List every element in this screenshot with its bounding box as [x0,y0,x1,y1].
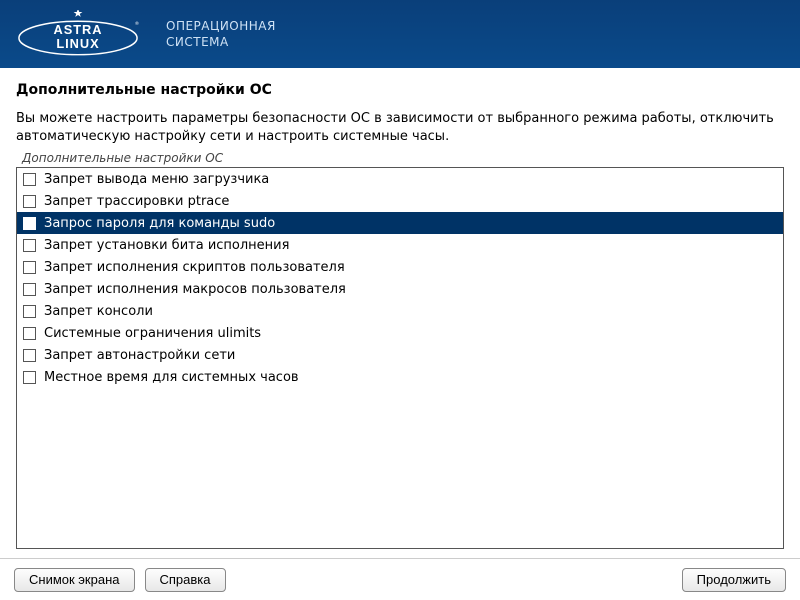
continue-button[interactable]: Продолжить [682,568,786,592]
option-checkbox[interactable] [23,371,36,384]
option-row[interactable]: Запрет вывода меню загрузчика [17,168,783,190]
content-area: Дополнительные настройки ОС Вы можете на… [0,68,800,559]
header-subtitle-line2: СИСТЕМА [166,34,276,50]
help-button[interactable]: Справка [145,568,226,592]
svg-text:®: ® [135,20,139,27]
option-row[interactable]: Запрос пароля для команды sudo [17,212,783,234]
astra-linux-logo-icon: ASTRA LINUX ® [14,10,142,58]
logo-astra-text: ASTRA [54,22,103,37]
option-label: Местное время для системных часов [44,370,299,385]
page-title: Дополнительные настройки ОС [16,82,784,98]
options-group-label: Дополнительные настройки ОС [22,151,784,165]
option-checkbox[interactable] [23,239,36,252]
option-label: Запрет автонастройки сети [44,348,235,363]
option-checkbox[interactable] [23,305,36,318]
star-icon [74,10,83,17]
astra-linux-logo: ASTRA LINUX ® [14,10,142,58]
option-label: Запрет установки бита исполнения [44,238,289,253]
option-label: Запрет консоли [44,304,153,319]
page-description: Вы можете настроить параметры безопаснос… [16,110,784,145]
option-checkbox[interactable] [23,195,36,208]
options-listbox[interactable]: Запрет вывода меню загрузчика Запрет трас… [16,167,784,549]
option-row[interactable]: Запрет трассировки ptrace [17,190,783,212]
footer-bar: Снимок экрана Справка Продолжить [0,558,800,600]
screenshot-button[interactable]: Снимок экрана [14,568,135,592]
header-subtitle-line1: ОПЕРАЦИОННАЯ [166,18,276,34]
header-subtitle: ОПЕРАЦИОННАЯ СИСТЕМА [166,18,276,50]
option-row[interactable]: Запрет исполнения скриптов пользователя [17,256,783,278]
option-checkbox[interactable] [23,283,36,296]
installer-header: ASTRA LINUX ® ОПЕРАЦИОННАЯ СИСТЕМА [0,0,800,68]
option-row[interactable]: Системные ограничения ulimits [17,322,783,344]
option-label: Запрет вывода меню загрузчика [44,172,269,187]
option-label: Запрет исполнения макросов пользователя [44,282,346,297]
logo-block: ASTRA LINUX ® ОПЕРАЦИОННАЯ СИСТЕМА [14,10,276,58]
option-label: Запрос пароля для команды sudo [44,216,275,231]
option-row[interactable]: Запрет автонастройки сети [17,344,783,366]
option-checkbox[interactable] [23,327,36,340]
option-checkbox[interactable] [23,217,36,230]
option-checkbox[interactable] [23,173,36,186]
option-row[interactable]: Запрет консоли [17,300,783,322]
option-row[interactable]: Запрет установки бита исполнения [17,234,783,256]
option-row[interactable]: Запрет исполнения макросов пользователя [17,278,783,300]
option-label: Запрет исполнения скриптов пользователя [44,260,345,275]
option-label: Системные ограничения ulimits [44,326,261,341]
option-checkbox[interactable] [23,261,36,274]
logo-linux-text: LINUX [56,36,99,51]
option-label: Запрет трассировки ptrace [44,194,229,209]
option-checkbox[interactable] [23,349,36,362]
option-row[interactable]: Местное время для системных часов [17,366,783,388]
